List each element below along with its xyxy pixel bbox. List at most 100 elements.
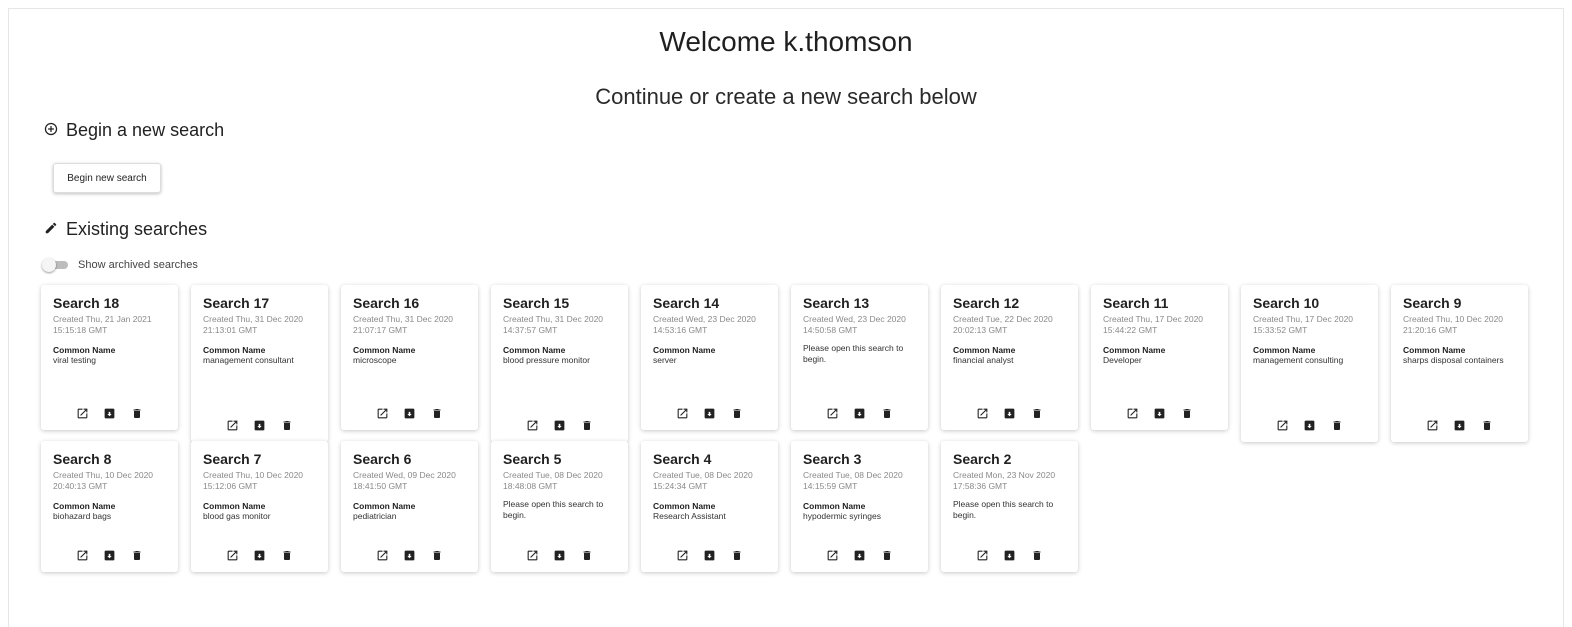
archive-icon[interactable] [1303, 418, 1317, 432]
archive-icon[interactable] [253, 418, 267, 432]
common-name-label: Common Name [1253, 345, 1316, 355]
show-archived-toggle[interactable] [42, 258, 70, 272]
search-card-created: Created Mon, 23 Nov 2020 17:58:36 GMT [953, 470, 1056, 491]
search-card-created: Created Thu, 17 Dec 2020 15:44:22 GMT [1103, 314, 1204, 335]
trash-icon[interactable] [1180, 406, 1194, 420]
archive-icon[interactable] [1153, 406, 1167, 420]
archive-icon[interactable] [703, 548, 717, 562]
search-card-title: Search 13 [803, 295, 870, 311]
search-card-title: Search 2 [953, 451, 1012, 467]
trash-icon[interactable] [580, 418, 594, 432]
open-in-new-icon[interactable] [826, 548, 840, 562]
archive-icon[interactable] [1453, 418, 1467, 432]
trash-icon[interactable] [730, 548, 744, 562]
search-card: Search 8 Created Thu, 10 Dec 2020 20:40:1… [41, 441, 178, 572]
search-card-created: Created Tue, 08 Dec 2020 14:15:59 GMT [803, 470, 903, 491]
archive-icon[interactable] [703, 406, 717, 420]
trash-icon[interactable] [280, 418, 294, 432]
common-name-label: Common Name [953, 345, 1016, 355]
open-in-new-icon[interactable] [376, 406, 390, 420]
trash-icon[interactable] [130, 406, 144, 420]
open-in-new-icon[interactable] [976, 548, 990, 562]
archive-icon[interactable] [403, 406, 417, 420]
search-card-title: Search 16 [353, 295, 420, 311]
add-circle-icon [44, 120, 58, 141]
search-card-title: Search 11 [1103, 295, 1169, 311]
search-card: Search 10 Created Thu, 17 Dec 2020 15:33:… [1241, 285, 1378, 442]
search-card-actions [791, 406, 928, 420]
trash-icon[interactable] [280, 548, 294, 562]
common-name-label: Common Name [53, 501, 116, 511]
search-card: Search 9 Created Thu, 10 Dec 2020 21:20:1… [1391, 285, 1528, 442]
open-in-new-icon[interactable] [226, 548, 240, 562]
search-card-actions [191, 548, 328, 562]
begin-new-search-button[interactable]: Begin new search [53, 163, 161, 193]
search-card-actions [341, 406, 478, 420]
archive-icon[interactable] [103, 406, 117, 420]
trash-icon[interactable] [430, 548, 444, 562]
common-name-value: Research Assistant [653, 511, 726, 521]
trash-icon[interactable] [880, 406, 894, 420]
search-card-title: Search 4 [653, 451, 712, 467]
trash-icon[interactable] [1030, 406, 1044, 420]
open-in-new-icon[interactable] [1426, 418, 1440, 432]
search-card: Search 15 Created Thu, 31 Dec 2020 14:37:… [491, 285, 628, 442]
search-card-created: Created Thu, 21 Jan 2021 15:15:18 GMT [53, 314, 152, 335]
archive-icon[interactable] [403, 548, 417, 562]
search-card-actions [491, 548, 628, 562]
trash-icon[interactable] [1330, 418, 1344, 432]
common-name-label: Common Name [1103, 345, 1166, 355]
search-card-created: Created Thu, 10 Dec 2020 15:12:06 GMT [203, 470, 304, 491]
archive-icon[interactable] [853, 406, 867, 420]
open-in-new-icon[interactable] [226, 418, 240, 432]
common-name-value: blood pressure monitor [503, 355, 590, 365]
search-card-title: Search 3 [803, 451, 862, 467]
open-in-new-icon[interactable] [526, 418, 540, 432]
search-card-message: Please open this search to begin. [803, 343, 904, 364]
common-name-label: Common Name [203, 501, 266, 511]
search-card-actions [941, 548, 1078, 562]
archive-icon[interactable] [553, 548, 567, 562]
open-in-new-icon[interactable] [76, 548, 90, 562]
open-in-new-icon[interactable] [826, 406, 840, 420]
trash-icon[interactable] [880, 548, 894, 562]
existing-searches-heading-text: Existing searches [66, 219, 208, 239]
search-card-actions [41, 548, 178, 562]
open-in-new-icon[interactable] [76, 406, 90, 420]
common-name-value: server [653, 355, 677, 365]
archived-toggle-row: Show archived searches [42, 258, 198, 272]
open-in-new-icon[interactable] [976, 406, 990, 420]
archive-icon[interactable] [253, 548, 267, 562]
common-name-value: microscope [353, 355, 397, 365]
trash-icon[interactable] [580, 548, 594, 562]
open-in-new-icon[interactable] [526, 548, 540, 562]
common-name-value: blood gas monitor [203, 511, 271, 521]
search-card-title: Search 10 [1253, 295, 1320, 311]
trash-icon[interactable] [130, 548, 144, 562]
search-card-created: Created Tue, 08 Dec 2020 15:24:34 GMT [653, 470, 753, 491]
search-card-title: Search 9 [1403, 295, 1462, 311]
search-card-title: Search 5 [503, 451, 562, 467]
search-card: Search 16 Created Thu, 31 Dec 2020 21:07:… [341, 285, 478, 430]
trash-icon[interactable] [1480, 418, 1494, 432]
common-name-label: Common Name [803, 501, 866, 511]
archive-icon[interactable] [853, 548, 867, 562]
search-card-actions [1091, 406, 1228, 420]
search-card: Search 5 Created Tue, 08 Dec 2020 18:48:0… [491, 441, 628, 572]
search-card-created: Created Wed, 23 Dec 2020 14:50:58 GMT [803, 314, 906, 335]
archive-icon[interactable] [1003, 548, 1017, 562]
open-in-new-icon[interactable] [1126, 406, 1140, 420]
show-archived-label: Show archived searches [78, 259, 198, 271]
open-in-new-icon[interactable] [676, 548, 690, 562]
common-name-value: financial analyst [953, 355, 1014, 365]
trash-icon[interactable] [430, 406, 444, 420]
search-card: Search 12 Created Tue, 22 Dec 2020 20:02:… [941, 285, 1078, 430]
archive-icon[interactable] [1003, 406, 1017, 420]
trash-icon[interactable] [1030, 548, 1044, 562]
open-in-new-icon[interactable] [676, 406, 690, 420]
archive-icon[interactable] [553, 418, 567, 432]
open-in-new-icon[interactable] [376, 548, 390, 562]
open-in-new-icon[interactable] [1276, 418, 1290, 432]
archive-icon[interactable] [103, 548, 117, 562]
trash-icon[interactable] [730, 406, 744, 420]
